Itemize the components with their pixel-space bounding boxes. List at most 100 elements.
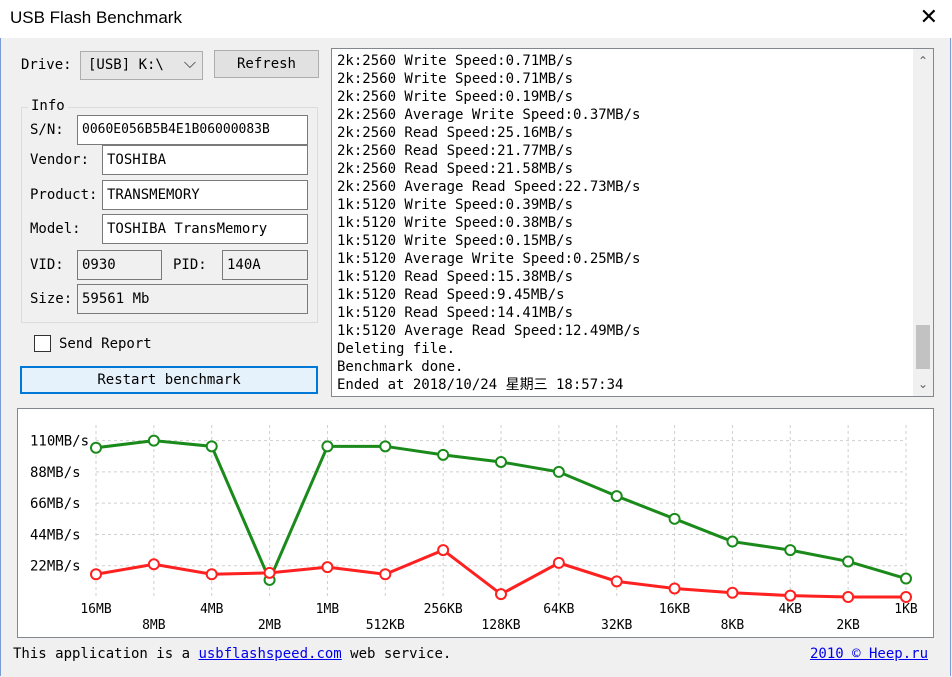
data-point	[610, 575, 623, 588]
title-bar: USB Flash Benchmark ✕	[0, 0, 952, 38]
x-tick-label: 16MB	[80, 602, 111, 617]
log-line: 1k:5120 Write Speed:0.38MB/s	[337, 215, 574, 231]
data-point	[610, 490, 623, 503]
send-report-checkbox[interactable]	[34, 335, 51, 352]
log-line: 1k:5120 Read Speed:14.41MB/s	[337, 305, 574, 321]
restart-benchmark-button[interactable]: Restart benchmark	[20, 366, 318, 394]
vendor-field[interactable]: TOSHIBA	[102, 145, 308, 175]
chevron-down-icon: ⌵	[183, 53, 196, 72]
refresh-button[interactable]: Refresh	[214, 50, 319, 78]
vid-field[interactable]: 0930	[77, 250, 162, 280]
data-point	[495, 588, 507, 601]
product-field[interactable]: TRANSMEMORY	[102, 180, 308, 210]
footer-prefix: This application is a	[13, 646, 199, 662]
data-point	[726, 586, 739, 599]
data-point	[900, 572, 912, 585]
x-tick-label: 4KB	[779, 602, 803, 617]
log-line: 2k:2560 Read Speed:25.16MB/s	[337, 125, 574, 141]
log-line: 2k:2560 Write Speed:0.71MB/s	[337, 53, 574, 69]
log-line: 1k:5120 Read Speed:15.38MB/s	[337, 269, 574, 285]
info-group-label: Info	[28, 97, 68, 115]
log-line: Ended at 2018/10/24 星期三 18:57:34	[337, 377, 624, 393]
log-line: 2k:2560 Write Speed:0.71MB/s	[337, 71, 574, 87]
x-tick-label: 512KB	[366, 618, 405, 633]
log-line: 1k:5120 Average Read Speed:12.49MB/s	[337, 323, 641, 339]
data-point	[495, 455, 507, 468]
log-line: 2k:2560 Average Read Speed:22.73MB/s	[337, 179, 641, 195]
data-point	[842, 591, 855, 603]
heep-link[interactable]: 2010 © Heep.ru	[810, 646, 928, 662]
data-point	[668, 582, 681, 595]
data-point	[900, 591, 912, 603]
log-textarea[interactable]: 2k:2560 Write Speed:0.71MB/s 2k:2560 Writ…	[331, 48, 934, 397]
data-point	[784, 544, 797, 557]
data-point	[552, 465, 565, 478]
close-icon[interactable]: ✕	[920, 5, 938, 30]
log-line: 2k:2560 Read Speed:21.58MB/s	[337, 161, 574, 177]
data-point	[90, 568, 102, 581]
speed-chart-svg: 110MB/s 88MB/s 66MB/s 44MB/s 22MB/s 16MB 8MB 4M…	[30, 425, 918, 633]
log-line: 2k:2560 Average Write Speed:0.37MB/s	[337, 107, 641, 123]
log-line: Benchmark done.	[337, 359, 464, 375]
data-point	[379, 440, 392, 453]
data-point	[437, 544, 450, 557]
vendor-label: Vendor:	[30, 152, 90, 168]
size-field[interactable]: 59561 Mb	[77, 284, 308, 314]
y-tick-label: 22MB/s	[30, 559, 81, 575]
drive-select[interactable]: [USB] K:\ ⌵	[80, 51, 203, 80]
log-line: 1k:5120 Write Speed:0.15MB/s	[337, 233, 574, 249]
model-label: Model:	[30, 221, 81, 237]
data-point	[668, 512, 681, 525]
log-scrollbar[interactable]: ⌃ ⌄	[913, 49, 933, 396]
data-point	[552, 556, 565, 569]
window-title: USB Flash Benchmark	[10, 8, 182, 27]
scroll-down-icon[interactable]: ⌄	[913, 374, 933, 394]
product-label: Product:	[30, 187, 98, 203]
x-tick-label: 1MB	[316, 602, 340, 617]
log-line: 1k:5120 Average Write Speed:0.25MB/s	[337, 251, 641, 267]
log-line: 2k:2560 Read Speed:21.77MB/s	[337, 143, 574, 159]
x-tick-label: 64KB	[543, 602, 574, 617]
x-tick-label: 8KB	[721, 618, 745, 633]
log-line: Deleting file.	[337, 341, 456, 357]
y-tick-label: 66MB/s	[30, 496, 81, 512]
data-point	[784, 589, 797, 602]
data-point	[205, 568, 218, 581]
footer-text: This application is a usbflashspeed.com …	[13, 646, 451, 662]
scroll-thumb[interactable]	[916, 325, 930, 369]
scroll-up-icon[interactable]: ⌃	[913, 51, 933, 71]
x-tick-label: 4MB	[200, 602, 224, 617]
y-tick-label: 110MB/s	[30, 434, 89, 450]
data-point	[90, 441, 102, 454]
log-lines: 2k:2560 Write Speed:0.71MB/s 2k:2560 Writ…	[337, 52, 640, 394]
data-point	[147, 434, 160, 447]
x-tick-label: 2KB	[836, 618, 860, 633]
sn-label: S/N:	[30, 122, 64, 138]
y-tick-label: 44MB/s	[30, 527, 81, 543]
data-point	[263, 566, 276, 579]
log-line: 1k:5120 Write Speed:0.39MB/s	[337, 197, 574, 213]
pid-field[interactable]: 140A	[222, 250, 308, 280]
log-line: 1k:5120 Read Speed:9.45MB/s	[337, 287, 565, 303]
x-tick-label: 2MB	[258, 618, 282, 633]
drive-label: Drive:	[21, 57, 72, 73]
pid-label: PID:	[173, 257, 207, 273]
sn-field[interactable]: 0060E056B5B4E1B06000083B	[77, 115, 308, 145]
usbflashspeed-link[interactable]: usbflashspeed.com	[198, 646, 341, 662]
data-point	[842, 555, 855, 568]
data-point	[379, 568, 392, 581]
data-point	[321, 440, 334, 453]
x-tick-label: 16KB	[659, 602, 690, 617]
x-tick-label: 8MB	[142, 618, 166, 633]
model-field[interactable]: TOSHIBA TransMemory	[102, 214, 308, 244]
vid-label: VID:	[30, 257, 64, 273]
data-point	[205, 440, 218, 453]
send-report-label: Send Report	[59, 336, 152, 352]
data-point	[726, 535, 739, 548]
data-point	[321, 561, 334, 574]
footer-suffix: web service.	[341, 646, 452, 662]
x-tick-label: 32KB	[601, 618, 632, 633]
x-tick-label: 128KB	[481, 618, 520, 633]
data-point	[437, 448, 450, 461]
x-tick-label: 256KB	[424, 602, 463, 617]
